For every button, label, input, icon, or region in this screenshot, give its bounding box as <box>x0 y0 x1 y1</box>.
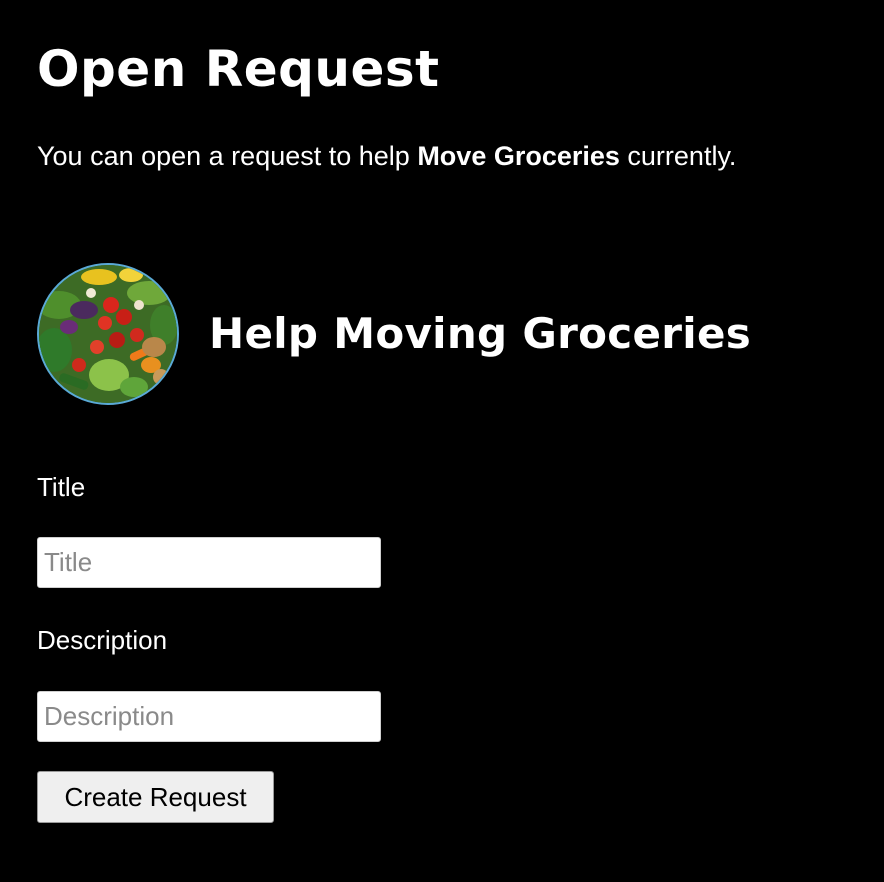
page-title: Open Request <box>37 40 440 98</box>
service-title: Help Moving Groceries <box>209 309 752 358</box>
title-input[interactable] <box>37 537 381 588</box>
service-avatar <box>37 263 179 405</box>
intro-text: You can open a request to help Move Groc… <box>37 138 736 174</box>
intro-suffix: currently. <box>619 141 737 171</box>
intro-service-highlight: Move Groceries <box>417 141 620 171</box>
title-label: Title <box>37 472 86 502</box>
create-request-button[interactable]: Create Request <box>37 771 274 823</box>
description-input[interactable] <box>37 691 381 742</box>
description-label: Description <box>37 625 168 655</box>
intro-prefix: You can open a request to help <box>37 141 418 171</box>
groceries-photo <box>39 265 177 403</box>
